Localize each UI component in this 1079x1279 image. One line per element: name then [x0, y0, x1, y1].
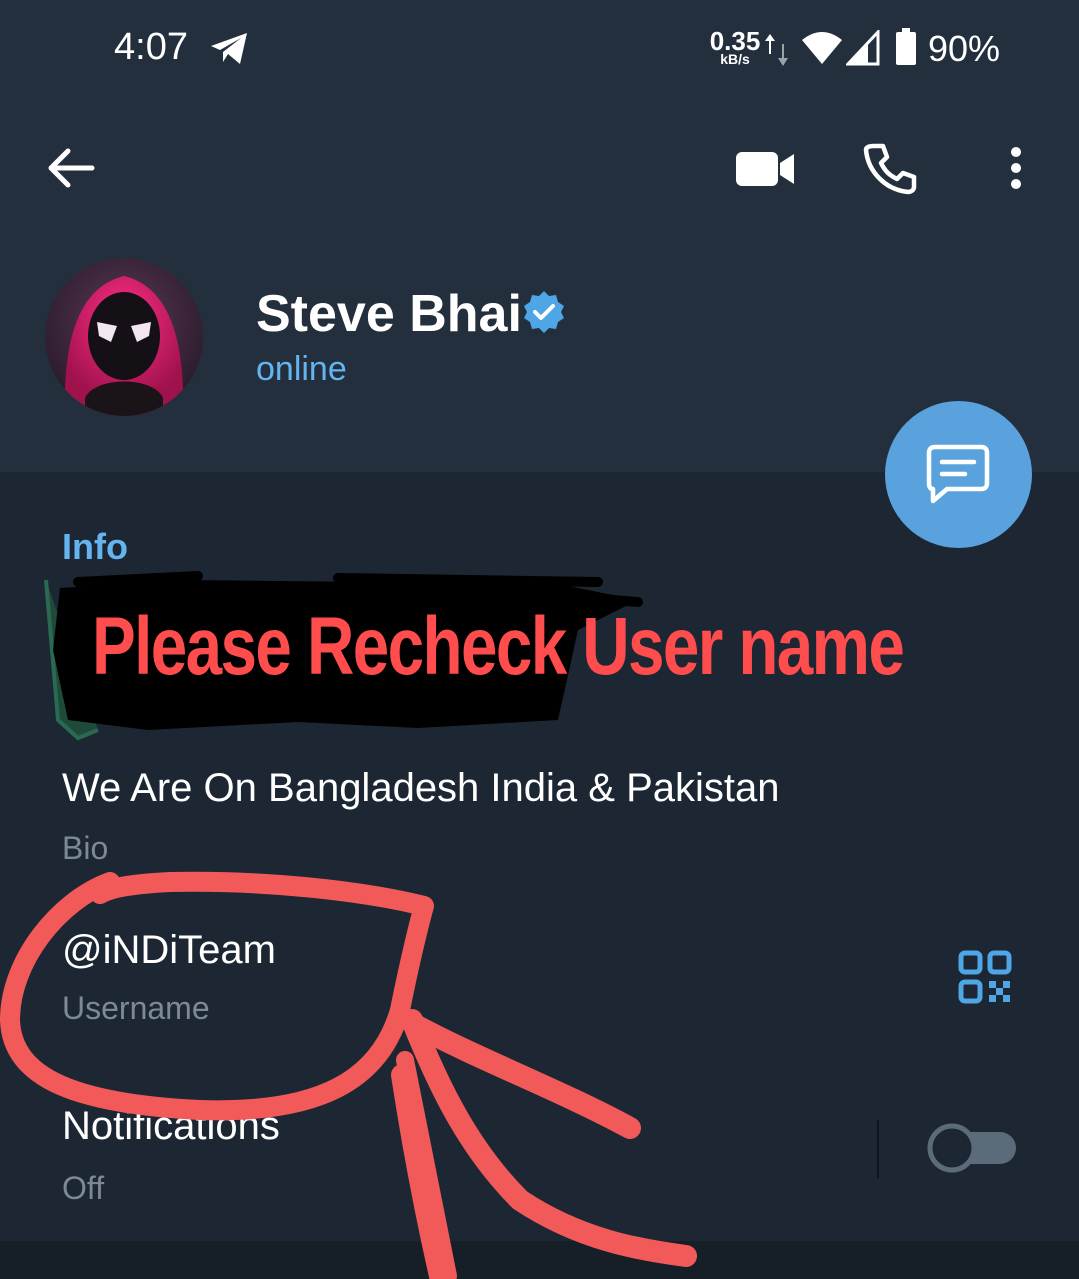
- cell-signal-icon: [846, 30, 880, 66]
- annotation-text: Please Recheck User name: [92, 601, 905, 692]
- profile-status: online: [256, 350, 347, 388]
- bio-label: Bio: [62, 830, 109, 866]
- avatar[interactable]: [45, 258, 203, 416]
- avatar-image: [45, 258, 203, 416]
- bio-value: We Are On Bangladesh India & Pakistan: [62, 766, 780, 810]
- message-icon: [926, 444, 990, 504]
- phone-icon[interactable]: [862, 140, 918, 196]
- telegram-icon: [211, 33, 247, 64]
- info-section-title: Info: [62, 526, 128, 567]
- divider: [877, 1120, 879, 1178]
- verified-badge-icon: [524, 291, 564, 333]
- username-label: Username: [62, 990, 210, 1026]
- username-value[interactable]: @iNDiTeam: [62, 928, 276, 973]
- wifi-icon: [802, 32, 842, 64]
- notifications-value: Off: [62, 1170, 105, 1206]
- status-time: 4:07: [114, 26, 188, 68]
- qr-code-icon[interactable]: [958, 950, 1012, 1004]
- more-vert-icon[interactable]: [998, 140, 1034, 196]
- bottom-bar: [0, 1241, 1079, 1279]
- battery-percent: 90%: [928, 28, 1001, 69]
- profile-name: Steve Bhai: [256, 285, 522, 343]
- data-arrows-icon: [765, 34, 788, 66]
- status-bar: 4:07 0.35 kB/s 90%: [0, 0, 1079, 100]
- battery-icon: [896, 28, 916, 65]
- back-arrow-icon[interactable]: [44, 140, 100, 196]
- video-call-icon[interactable]: [734, 146, 798, 190]
- message-button[interactable]: [885, 401, 1032, 548]
- notifications-label: Notifications: [62, 1104, 280, 1148]
- notifications-toggle[interactable]: [926, 1120, 1018, 1176]
- net-speed: 0.35 kB/s: [709, 26, 761, 67]
